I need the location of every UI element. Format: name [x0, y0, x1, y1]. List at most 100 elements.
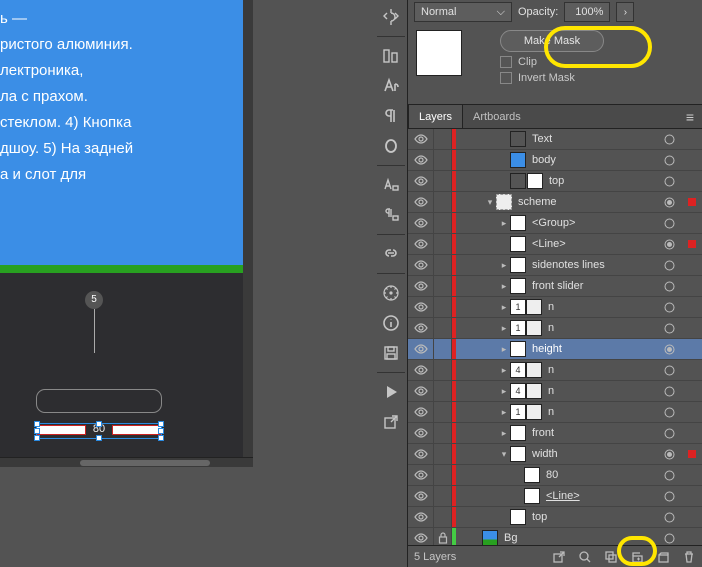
layer-name[interactable]: <Group>	[532, 217, 664, 229]
selection-handle[interactable]	[34, 428, 40, 434]
lock-toggle[interactable]	[434, 150, 452, 170]
lock-toggle[interactable]	[434, 486, 452, 506]
target-icon[interactable]	[664, 323, 684, 334]
layer-row[interactable]: ▸sidenotes lines	[408, 255, 702, 276]
visibility-toggle[interactable]	[408, 276, 434, 296]
layer-name[interactable]: n	[548, 406, 664, 418]
lock-toggle[interactable]	[434, 234, 452, 254]
layer-name[interactable]: height	[532, 343, 664, 355]
visibility-toggle[interactable]	[408, 318, 434, 338]
layer-row[interactable]: <Line>	[408, 486, 702, 507]
opacity-input[interactable]: 100%	[564, 2, 610, 22]
lock-toggle[interactable]	[434, 507, 452, 527]
layer-row[interactable]: ▾width	[408, 444, 702, 465]
lock-toggle[interactable]	[434, 360, 452, 380]
layer-name[interactable]: Bg	[504, 532, 664, 544]
disclosure-triangle[interactable]: ▸	[498, 323, 510, 334]
layer-row[interactable]: Bg	[408, 528, 702, 545]
new-sublayer-icon[interactable]	[630, 550, 644, 564]
visibility-toggle[interactable]	[408, 507, 434, 527]
layer-row[interactable]: ▸ height	[408, 339, 702, 360]
visibility-toggle[interactable]	[408, 360, 434, 380]
lock-toggle[interactable]	[434, 192, 452, 212]
layer-name[interactable]: <Line>	[532, 238, 664, 250]
delete-layer-icon[interactable]	[682, 550, 696, 564]
target-icon[interactable]	[664, 365, 684, 376]
disclosure-triangle[interactable]: ▸	[498, 407, 510, 418]
save-icon[interactable]	[376, 339, 406, 367]
lock-toggle[interactable]	[434, 255, 452, 275]
disclosure-triangle[interactable]: ▸	[498, 344, 510, 355]
disclosure-triangle[interactable]: ▸	[498, 218, 510, 229]
target-icon[interactable]	[664, 344, 684, 355]
layers-list[interactable]: Text body top ▾ scheme ▸ <Group> <Line> ▸sidenot…	[408, 129, 702, 545]
layer-row[interactable]: ▸ <Group>	[408, 213, 702, 234]
layer-row[interactable]: ▸1n	[408, 318, 702, 339]
disclosure-triangle[interactable]: ▾	[484, 197, 496, 208]
target-icon[interactable]	[664, 512, 684, 523]
layer-name[interactable]: n	[548, 322, 664, 334]
visibility-toggle[interactable]	[408, 381, 434, 401]
invert-mask-checkbox[interactable]	[500, 72, 512, 84]
layer-name[interactable]: n	[548, 385, 664, 397]
disclosure-triangle[interactable]: ▸	[498, 365, 510, 376]
character-styles-icon[interactable]	[376, 171, 406, 199]
panel-menu-icon[interactable]: ≡	[678, 109, 702, 125]
selection-handle[interactable]	[34, 435, 40, 441]
target-icon[interactable]	[664, 428, 684, 439]
target-icon[interactable]	[664, 239, 684, 250]
target-icon[interactable]	[664, 449, 684, 460]
clip-checkbox[interactable]	[500, 56, 512, 68]
layer-name[interactable]: scheme	[518, 196, 664, 208]
navigator-icon[interactable]	[376, 279, 406, 307]
lock-toggle[interactable]	[434, 297, 452, 317]
locate-object-icon[interactable]	[578, 550, 592, 564]
blend-mode-select[interactable]: Normal ⌵	[414, 2, 512, 22]
layer-name[interactable]: 80	[546, 469, 664, 481]
visibility-toggle[interactable]	[408, 129, 434, 149]
layer-row[interactable]: <Line>	[408, 234, 702, 255]
selection-indicator[interactable]	[688, 198, 696, 206]
layer-row[interactable]: top	[408, 171, 702, 192]
selection-handle[interactable]	[96, 435, 102, 441]
visibility-toggle[interactable]	[408, 255, 434, 275]
layer-name[interactable]: top	[532, 511, 664, 523]
type-icon[interactable]	[376, 72, 406, 100]
visibility-toggle[interactable]	[408, 528, 434, 545]
visibility-toggle[interactable]	[408, 423, 434, 443]
target-icon[interactable]	[664, 155, 684, 166]
layer-row[interactable]: ▸4n	[408, 381, 702, 402]
make-mask-button[interactable]: Make Mask	[500, 30, 604, 52]
layer-row[interactable]: ▸front	[408, 423, 702, 444]
lock-toggle[interactable]	[434, 129, 452, 149]
target-icon[interactable]	[664, 470, 684, 481]
target-icon[interactable]	[664, 533, 684, 544]
puppet-warp-icon[interactable]	[376, 3, 406, 31]
tab-layers[interactable]: Layers	[408, 105, 463, 128]
layer-name[interactable]: Text	[532, 133, 664, 145]
opacity-flyout-button[interactable]: ›	[616, 2, 634, 22]
visibility-toggle[interactable]	[408, 402, 434, 422]
layer-row[interactable]: body	[408, 150, 702, 171]
disclosure-triangle[interactable]: ▾	[498, 449, 510, 460]
paragraph-icon[interactable]	[376, 102, 406, 130]
tab-artboards[interactable]: Artboards	[463, 105, 531, 128]
info-icon[interactable]	[376, 309, 406, 337]
layer-name[interactable]: front	[532, 427, 664, 439]
opentype-icon[interactable]	[376, 132, 406, 160]
selected-object[interactable]: 80	[36, 423, 162, 439]
disclosure-triangle[interactable]: ▸	[498, 302, 510, 313]
play-icon[interactable]	[376, 378, 406, 406]
layer-name[interactable]: top	[549, 175, 664, 187]
lock-toggle[interactable]	[434, 381, 452, 401]
selection-handle[interactable]	[158, 435, 164, 441]
lock-toggle[interactable]	[434, 465, 452, 485]
layer-row[interactable]: 80	[408, 465, 702, 486]
layer-row[interactable]: ▸4n	[408, 360, 702, 381]
visibility-toggle[interactable]	[408, 171, 434, 191]
lock-toggle[interactable]	[434, 213, 452, 233]
target-icon[interactable]	[664, 134, 684, 145]
links-icon[interactable]	[376, 240, 406, 268]
document-canvas[interactable]: ь — ристого алюминия. лектроника, ла с п…	[0, 0, 253, 467]
horizontal-scrollbar[interactable]	[0, 457, 253, 467]
